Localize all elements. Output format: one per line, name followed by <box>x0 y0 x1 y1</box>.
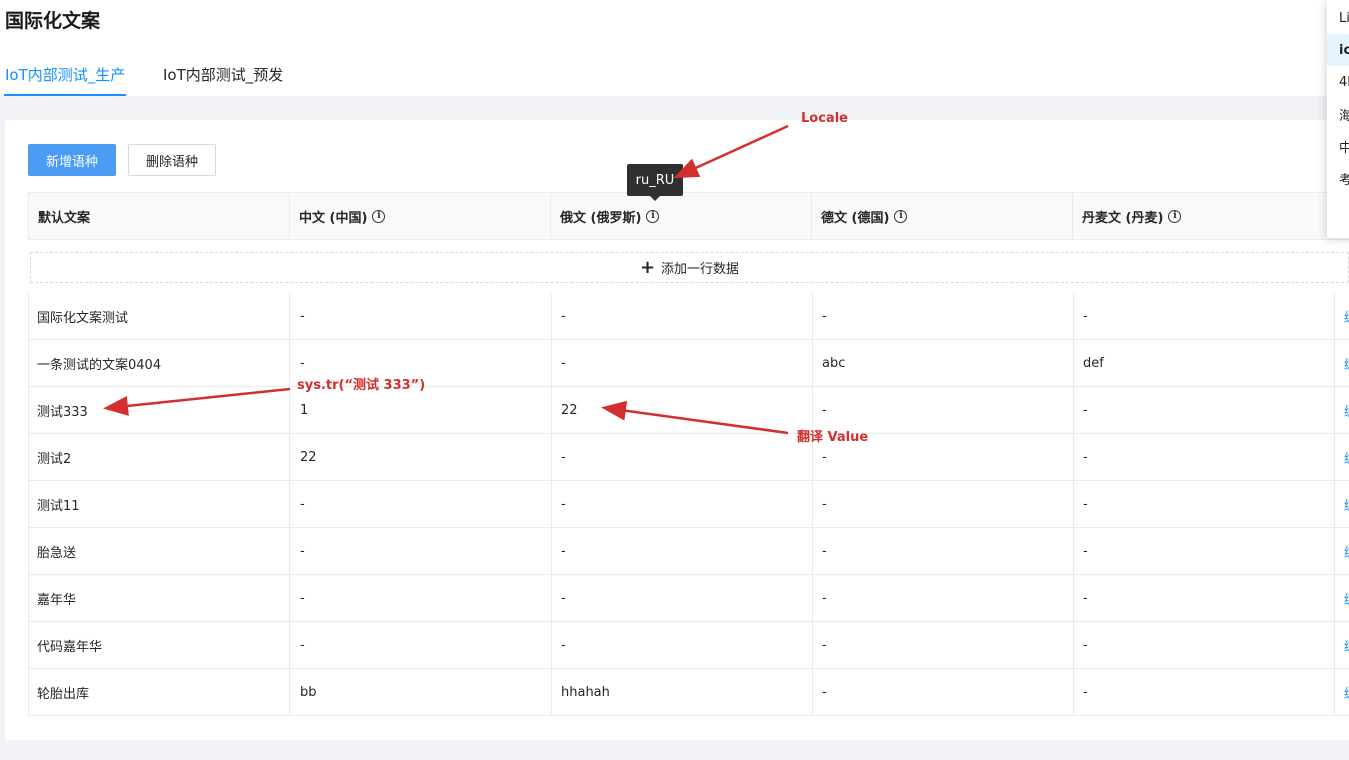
cell-translation[interactable]: hhahah <box>552 669 813 715</box>
cell-translation[interactable]: - <box>1074 434 1335 480</box>
cell-default-text: 代码嘉年华 <box>28 622 290 668</box>
cell-translation[interactable]: - <box>813 622 1074 668</box>
cell-default-text: 国际化文案测试 <box>28 293 290 339</box>
project-dropdown-menu: Liio4l海中考 <box>1327 0 1349 238</box>
edit-row-link[interactable]: 编 <box>1335 293 1349 339</box>
column-header-label: 德文 (德国) <box>821 211 890 226</box>
cell-default-text: 测试11 <box>28 481 290 527</box>
cell-translation[interactable]: - <box>291 293 552 339</box>
edit-row-link[interactable]: 编 <box>1335 669 1349 715</box>
column-header-default-text: 默认文案 <box>28 193 290 240</box>
table-header: 默认文案 中文 (中国) i 俄文 (俄罗斯) i 德文 (德国) i 丹麦文 … <box>28 192 1349 240</box>
table-body: 国际化文案测试----编一条测试的文案0404--abcdef编测试333122… <box>28 293 1349 716</box>
edit-row-link[interactable]: 编 <box>1335 340 1349 386</box>
column-header-ru-ru: 俄文 (俄罗斯) i <box>551 193 812 240</box>
add-row-label: 添加一行数据 <box>661 262 740 277</box>
cell-default-text: 一条测试的文案0404 <box>28 340 290 386</box>
info-icon[interactable]: i <box>372 210 386 223</box>
cell-translation[interactable]: - <box>291 528 552 574</box>
cell-translation[interactable]: - <box>813 669 1074 715</box>
dropdown-item[interactable]: Li <box>1327 2 1349 34</box>
info-icon[interactable]: i <box>646 210 660 223</box>
table-row: 测试333122--编 <box>28 387 1349 434</box>
column-header-zh-cn: 中文 (中国) i <box>290 193 551 240</box>
cell-translation[interactable]: - <box>1074 622 1335 668</box>
edit-row-link[interactable]: 编 <box>1335 387 1349 433</box>
cell-translation[interactable]: - <box>1074 293 1335 339</box>
edit-row-link[interactable]: 编 <box>1335 575 1349 621</box>
cell-translation[interactable]: - <box>291 575 552 621</box>
table-row: 嘉年华----编 <box>28 575 1349 622</box>
cell-translation[interactable]: - <box>552 575 813 621</box>
column-header-da-dk: 丹麦文 (丹麦) i <box>1073 193 1334 240</box>
cell-translation[interactable]: - <box>552 293 813 339</box>
cell-translation[interactable]: - <box>291 622 552 668</box>
info-icon[interactable]: i <box>894 210 908 223</box>
column-header-label: 默认文案 <box>38 211 91 226</box>
edit-row-link[interactable]: 编 <box>1335 622 1349 668</box>
cell-translation[interactable]: def <box>1074 340 1335 386</box>
table-row: 胎急送----编 <box>28 528 1349 575</box>
dropdown-item[interactable]: io <box>1327 34 1349 66</box>
cell-translation[interactable]: 22 <box>291 434 552 480</box>
dropdown-item[interactable]: 海 <box>1327 98 1349 130</box>
cell-translation[interactable]: - <box>813 575 1074 621</box>
cell-default-text: 胎急送 <box>28 528 290 574</box>
cell-translation[interactable]: - <box>1074 575 1335 621</box>
info-icon[interactable]: i <box>1168 210 1182 223</box>
add-language-button[interactable]: 新增语种 <box>28 144 116 176</box>
cell-translation[interactable]: - <box>1074 387 1335 433</box>
table-row: 测试222---编 <box>28 434 1349 481</box>
content-card: 新增语种 删除语种 默认文案 中文 (中国) i 俄文 (俄罗斯) i 德文 (… <box>5 120 1349 740</box>
cell-translation[interactable]: - <box>552 434 813 480</box>
cell-default-text: 嘉年华 <box>28 575 290 621</box>
edit-row-link[interactable]: 编 <box>1335 434 1349 480</box>
annotation-translate-value: 翻译 Value <box>797 430 869 445</box>
cell-translation[interactable]: - <box>813 293 1074 339</box>
table-row: 代码嘉年华----编 <box>28 622 1349 669</box>
annotation-sys-tr: sys.tr(“测试 333”) <box>297 378 426 393</box>
dropdown-item[interactable]: 考 <box>1327 162 1349 194</box>
cell-translation[interactable]: - <box>1074 481 1335 527</box>
cell-default-text: 测试333 <box>28 387 290 433</box>
cell-translation[interactable]: bb <box>291 669 552 715</box>
dropdown-item[interactable]: 4l <box>1327 66 1349 98</box>
table-row: 一条测试的文案0404--abcdef编 <box>28 340 1349 387</box>
cell-translation[interactable]: abc <box>813 340 1074 386</box>
table-row: 国际化文案测试----编 <box>28 293 1349 340</box>
cell-translation[interactable]: - <box>552 340 813 386</box>
column-header-label: 中文 (中国) <box>299 211 368 226</box>
page-header: 国际化文案 IoT内部测试_生产 IoT内部测试_预发 <box>0 0 1349 96</box>
add-row-button[interactable]: + 添加一行数据 <box>30 252 1349 283</box>
page-title: 国际化文案 <box>5 10 101 32</box>
cell-translation[interactable]: - <box>1074 669 1335 715</box>
locale-tooltip: ru_RU <box>627 164 683 201</box>
cell-translation[interactable]: - <box>552 528 813 574</box>
column-header-label: 俄文 (俄罗斯) <box>560 211 642 226</box>
tab-iot-internal-production[interactable]: IoT内部测试_生产 <box>3 64 127 96</box>
column-header-label: 丹麦文 (丹麦) <box>1082 211 1164 226</box>
edit-row-link[interactable]: 编 <box>1335 528 1349 574</box>
cell-translation[interactable]: - <box>291 481 552 527</box>
delete-language-button[interactable]: 删除语种 <box>128 144 216 176</box>
plus-icon: + <box>639 257 656 278</box>
edit-row-link[interactable]: 编 <box>1335 481 1349 527</box>
cell-translation[interactable]: - <box>813 528 1074 574</box>
table-row: 测试11----编 <box>28 481 1349 528</box>
column-header-de-de: 德文 (德国) i <box>812 193 1073 240</box>
tab-iot-internal-staging[interactable]: IoT内部测试_预发 <box>163 64 283 96</box>
cell-translation[interactable]: - <box>552 622 813 668</box>
cell-translation[interactable]: - <box>552 481 813 527</box>
cell-translation[interactable]: 22 <box>552 387 813 433</box>
cell-translation[interactable]: - <box>813 481 1074 527</box>
table-row: 轮胎出库bbhhahah--编 <box>28 669 1349 716</box>
cell-default-text: 测试2 <box>28 434 290 480</box>
cell-default-text: 轮胎出库 <box>28 669 290 715</box>
cell-translation[interactable]: 1 <box>291 387 552 433</box>
annotation-locale: Locale <box>801 111 848 126</box>
cell-translation[interactable]: - <box>1074 528 1335 574</box>
dropdown-item[interactable]: 中 <box>1327 130 1349 162</box>
